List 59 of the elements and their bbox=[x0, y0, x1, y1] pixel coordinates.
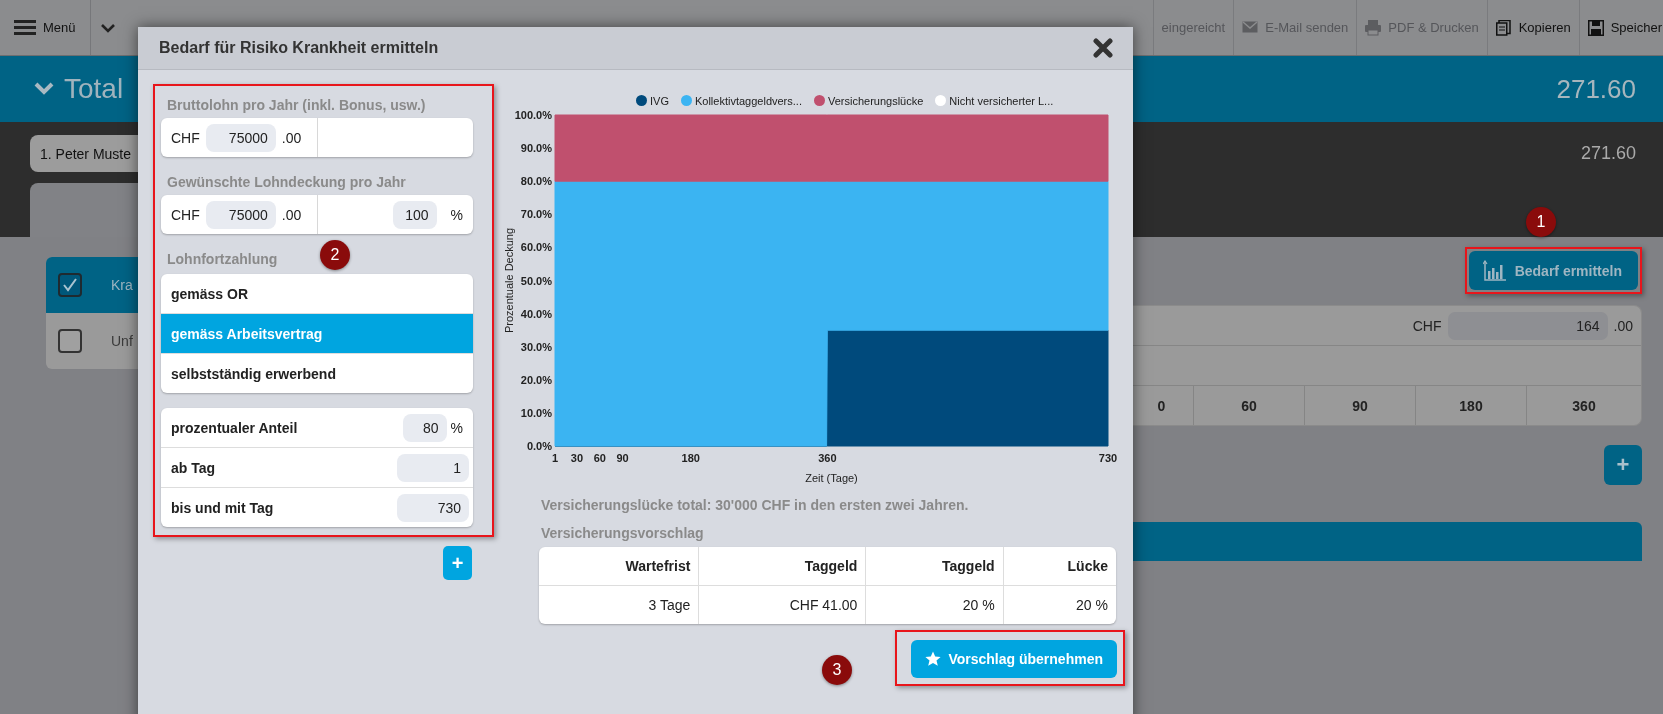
column-header: Lücke bbox=[1002, 547, 1116, 586]
axis-tick-label: 40.0% bbox=[520, 307, 552, 320]
axis-tick-label: 30.0% bbox=[520, 340, 552, 353]
section-title: Versicherungsvorschlag bbox=[541, 525, 705, 541]
field-label: Gewünschte Lohndeckung pro Jahr bbox=[166, 173, 406, 192]
column-header: Taggeld bbox=[865, 547, 1003, 586]
legend-label: Versicherungslücke bbox=[827, 94, 924, 107]
person-amount: 271.60 bbox=[1580, 143, 1636, 164]
field-label: ab Tag bbox=[171, 459, 216, 476]
unit-label: % bbox=[450, 419, 463, 436]
axis-tick-label: 730 bbox=[1098, 452, 1118, 464]
axis-tick-label: 80.0% bbox=[520, 175, 552, 188]
axis-tick-label: 100.0% bbox=[514, 110, 552, 121]
legend-label: Kollektivtaggeldvers... bbox=[694, 94, 802, 107]
total-amount: 271.60 bbox=[1556, 73, 1636, 105]
decimals-label: .00 bbox=[281, 206, 302, 223]
table-cell: 60 bbox=[1193, 386, 1304, 425]
table-cell: 20 % bbox=[1002, 586, 1116, 624]
field-label: Bruttolohn pro Jahr (inkl. Bonus, usw.) bbox=[166, 96, 426, 115]
field-label: bis und mit Tag bbox=[171, 499, 274, 516]
axis-tick-label: 60 bbox=[593, 452, 606, 464]
axis-tick-label: 20.0% bbox=[520, 373, 552, 386]
table-cell: 90 bbox=[1304, 386, 1415, 425]
decimals-label: .00 bbox=[1613, 317, 1633, 334]
axis-title: Prozentuale Deckung bbox=[503, 227, 515, 334]
axis-tick-label: 90 bbox=[616, 452, 629, 464]
column-header: Wartefrist bbox=[539, 547, 699, 586]
legend-label: Nicht versicherter L... bbox=[949, 94, 1054, 107]
axis-tick-label: 0.0% bbox=[526, 440, 552, 452]
table-cell-text: 0 bbox=[1156, 396, 1167, 416]
currency-label: CHF bbox=[1412, 317, 1442, 334]
currency-label: CHF bbox=[171, 129, 200, 146]
currency-label: CHF bbox=[171, 206, 200, 223]
column-header: Taggeld bbox=[698, 547, 866, 586]
axis-tick-label: 10.0% bbox=[520, 406, 552, 419]
field-label: prozentualer Anteil bbox=[171, 419, 298, 436]
field-label: Lohnfortzahlung bbox=[166, 250, 278, 269]
page-title: Total bbox=[64, 73, 124, 105]
axis-title: Zeit (Tage) bbox=[805, 472, 858, 484]
table-cell: 20 % bbox=[865, 586, 1003, 624]
axis-tick-label: 360 bbox=[818, 452, 837, 464]
legend-label: IVG bbox=[650, 94, 669, 107]
axis-tick-label: 50.0% bbox=[520, 274, 552, 287]
dialog-title: Bedarf für Risiko Krankheit ermitteln bbox=[159, 39, 439, 57]
decimals-label: .00 bbox=[281, 129, 302, 146]
table-cell-text: 3 Tage bbox=[647, 596, 692, 615]
risk-label: Unf bbox=[111, 333, 133, 349]
axis-tick-label: 1 bbox=[551, 452, 559, 464]
table-cell: 360 bbox=[1526, 386, 1641, 425]
table-cell: 180 bbox=[1415, 386, 1526, 425]
axis-tick-label: 30 bbox=[570, 452, 584, 464]
summary-text: Versicherungslücke total: 30'000 CHF in den ersten zwei Jahren. bbox=[541, 497, 970, 513]
axis-tick-label: 180 bbox=[681, 452, 700, 464]
table-cell: CHF 41.00 bbox=[698, 586, 866, 624]
axis-tick-label: 70.0% bbox=[520, 208, 552, 221]
risk-label: Kra bbox=[111, 277, 133, 293]
axis-tick-label: 90.0% bbox=[520, 142, 552, 155]
unit-label: % bbox=[450, 206, 463, 223]
axis-tick-label: 60.0% bbox=[520, 241, 552, 254]
